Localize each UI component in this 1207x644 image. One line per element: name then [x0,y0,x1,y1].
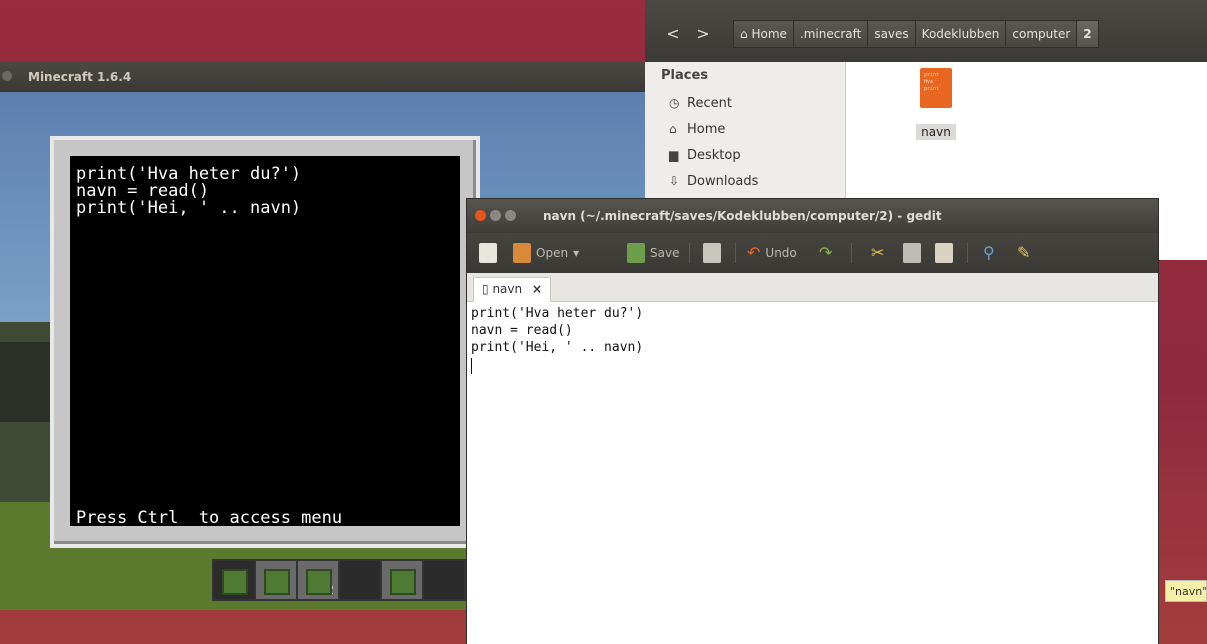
breadcrumb-minecraft[interactable]: .minecraft [792,20,869,48]
breadcrumb-2[interactable]: 2 [1076,20,1099,48]
new-document-button[interactable] [479,241,497,265]
sidebar-item-downloads[interactable]: ⇩ Downloads [669,174,758,189]
hotbar-slot[interactable] [340,561,382,599]
editor-line: print('Hva heter du?') [471,306,644,321]
open-button[interactable]: Open ▾ [513,241,579,265]
forward-button[interactable]: > [689,20,717,48]
text-cursor [471,358,472,374]
replace-icon: ✎ [1017,243,1031,262]
hotbar-slot[interactable] [382,561,424,599]
breadcrumb: ⌂ Home .minecraft saves Kodeklubben comp… [733,20,1099,48]
paste-button[interactable] [935,241,953,265]
hotbar-slot[interactable] [214,561,256,599]
copy-icon [903,243,921,263]
printer-icon [703,243,721,263]
toolbar-separator [735,243,736,263]
scissors-icon: ✂ [871,243,885,262]
editor-line: print('Hei, ' .. navn) [471,340,644,355]
save-button[interactable]: Save [627,241,679,265]
close-icon[interactable]: × [532,282,542,296]
copy-button[interactable] [903,241,921,265]
gedit-titlebar[interactable]: navn (~/.minecraft/saves/Kodeklubben/com… [467,199,1158,233]
minecraft-window-title: Minecraft 1.6.4 [28,70,132,84]
open-label: Open [536,246,569,260]
breadcrumb-label: Home [751,27,787,41]
print-button[interactable] [703,241,721,265]
sidebar-item-home[interactable]: ⌂ Home [669,122,725,137]
sidebar-item-recent[interactable]: ◷ Recent [669,96,732,111]
save-label: Save [650,246,680,260]
tooltip: "navn" [1165,580,1207,602]
minecraft-hotbar[interactable]: 2 [212,559,468,601]
save-icon [627,243,645,263]
file-manager-toolbar: < > ⌂ Home .minecraft saves Kodeklubben … [645,0,1207,62]
hotbar-slot[interactable] [424,561,466,599]
back-button[interactable]: < [659,20,687,48]
breadcrumb-saves[interactable]: saves [867,20,916,48]
hotbar-slot[interactable] [256,561,298,599]
sidebar-heading: Places [661,68,709,83]
gedit-toolbar: Open ▾ Save ↶ Undo ↷ ✂ ⚲ ✎ [467,233,1158,273]
redo-button[interactable]: ↷ [819,241,832,265]
text-file-icon: print Hva print [920,68,952,108]
hotbar-slot[interactable]: 2 [298,561,340,599]
gedit-window-title: navn (~/.minecraft/saves/Kodeklubben/com… [543,209,942,223]
cut-button[interactable]: ✂ [871,241,884,265]
home-icon: ⌂ [740,27,748,41]
search-icon: ⚲ [983,243,995,262]
undo-label: Undo [765,246,797,260]
sidebar-item-desktop[interactable]: ▆ Desktop [669,148,741,163]
sidebar-item-label: Desktop [687,148,741,163]
undo-button[interactable]: ↶ Undo [747,241,797,265]
breadcrumb-kodeklubben[interactable]: Kodeklubben [914,20,1007,48]
window-control-icon[interactable] [2,71,12,81]
sidebar-item-label: Recent [687,96,732,111]
undo-icon: ↶ [747,243,761,262]
tab-navn[interactable]: ▯ navn × [473,277,551,302]
minimize-icon[interactable] [490,210,501,221]
computer-terminal-frame: print('Hva heter du?') navn = read() pri… [50,136,480,548]
paste-icon [935,243,953,263]
gedit-tab-bar: ▯ navn × [467,273,1158,302]
computer-terminal-screen[interactable]: print('Hva heter du?') navn = read() pri… [70,156,460,528]
hotbar-slot-count: 2 [326,583,334,597]
file-name: navn [916,124,956,140]
redo-icon: ↷ [819,243,833,262]
breadcrumb-home[interactable]: ⌂ Home [733,20,794,48]
file-item[interactable]: print Hva print navn [916,68,956,140]
clock-icon: ◷ [669,96,680,110]
text-editor-area[interactable]: print('Hva heter du?') navn = read() pri… [467,302,1158,644]
terminal-line: print('Hei, ' .. navn) [76,198,302,218]
maximize-icon[interactable] [505,210,516,221]
folder-icon: ▆ [669,148,679,162]
open-folder-icon [513,243,531,263]
home-icon: ⌂ [669,122,677,136]
gedit-window[interactable]: navn (~/.minecraft/saves/Kodeklubben/com… [466,198,1159,644]
sidebar-item-label: Downloads [687,174,759,189]
close-icon[interactable] [475,210,486,221]
find-button[interactable]: ⚲ [983,241,995,265]
toolbar-separator [967,243,968,263]
minecraft-titlebar[interactable]: Minecraft 1.6.4 [0,62,660,92]
tab-label: navn [492,282,523,296]
editor-line: navn = read() [471,323,573,338]
toolbar-separator [689,243,690,263]
document-icon: ▯ [482,282,489,296]
replace-button[interactable]: ✎ [1017,241,1030,265]
breadcrumb-computer[interactable]: computer [1005,20,1078,48]
file-preview-line: print [924,86,940,92]
file-preview-line: Hva [924,79,934,85]
new-document-icon [479,243,497,263]
toolbar-separator [851,243,852,263]
terminal-footer-hint: Press Ctrl to access menu [76,508,343,528]
chevron-down-icon: ▾ [573,246,580,260]
sidebar-item-label: Home [687,122,726,137]
file-preview-line: print [924,72,940,78]
download-icon: ⇩ [669,174,680,188]
